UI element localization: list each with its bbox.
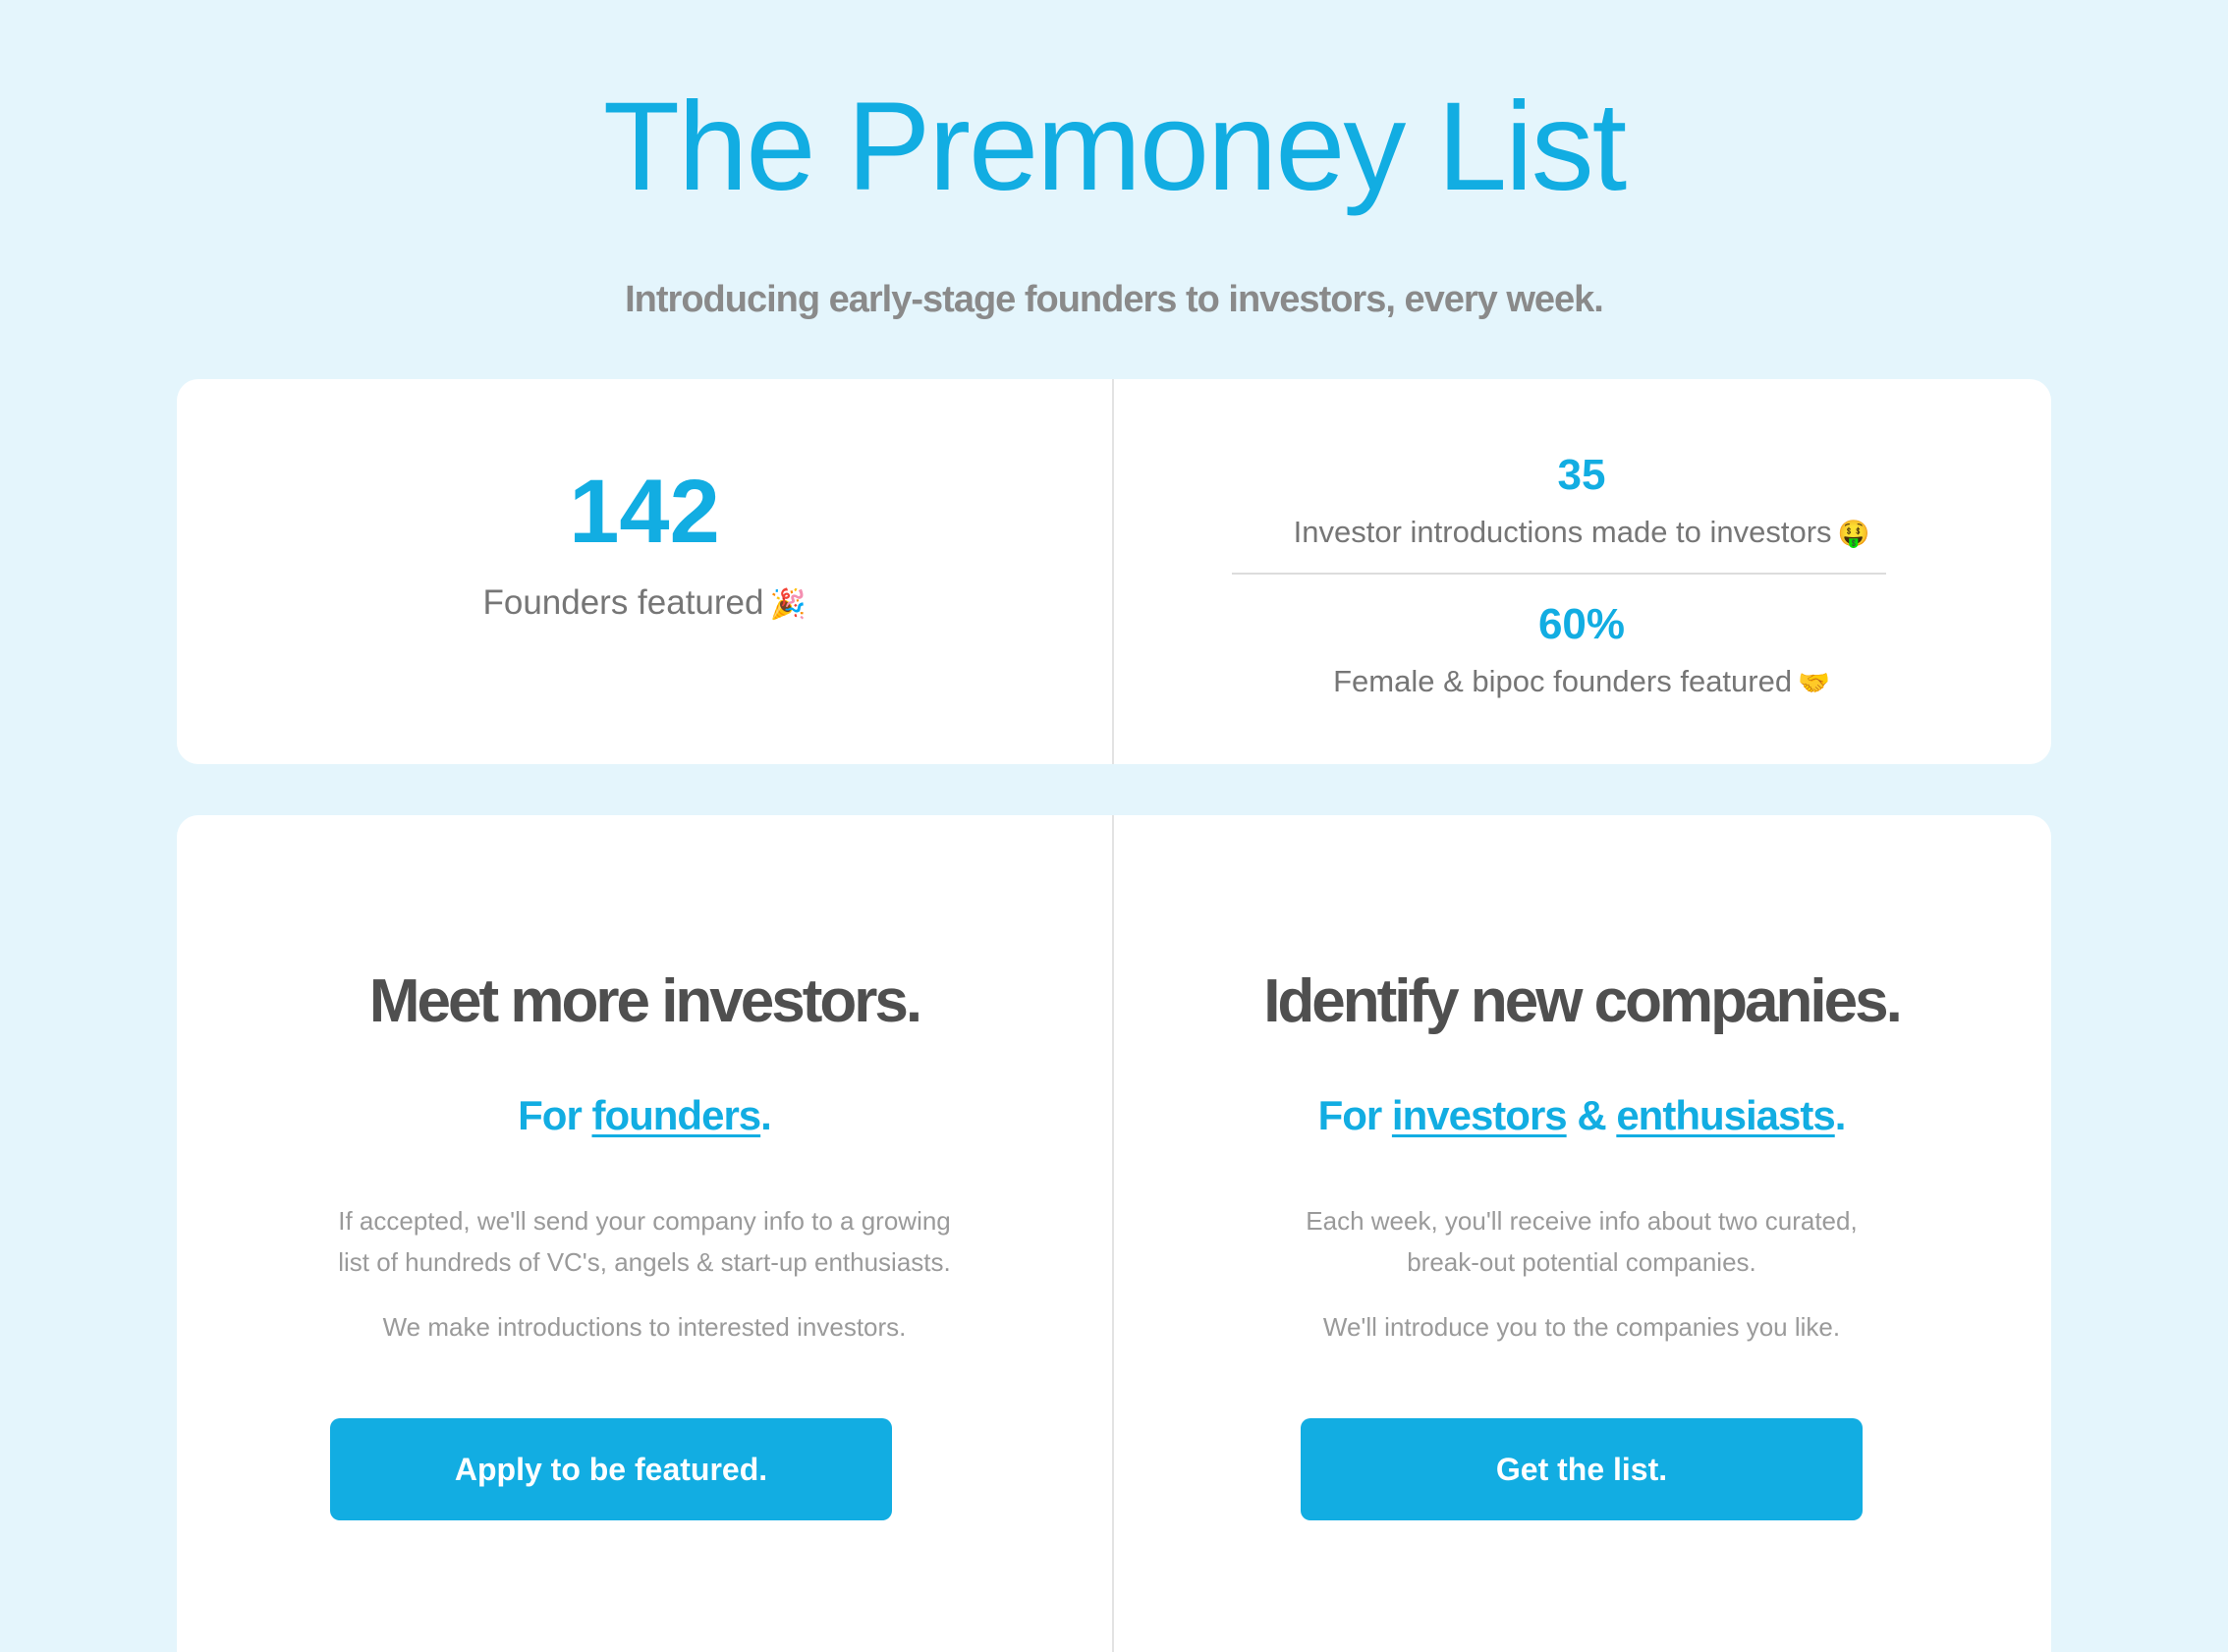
investors-sub-prefix: For bbox=[1317, 1092, 1392, 1138]
founders-heading: Meet more investors. bbox=[368, 967, 922, 1035]
investors-sub-mid: & bbox=[1566, 1092, 1617, 1138]
investors-description-text: Each week, you'll receive info about two… bbox=[1306, 1206, 1858, 1277]
founders-description: If accepted, we'll send your company inf… bbox=[177, 1200, 1112, 1283]
money-mouth-face-icon: 🤑 bbox=[1837, 519, 1870, 548]
diversity-label-row: Female & bipoc founders featured 🤝 bbox=[1114, 664, 2049, 699]
founders-featured-label: Founders featured bbox=[482, 583, 764, 622]
diversity-label: Female & bipoc founders featured bbox=[1333, 664, 1793, 698]
stats-divider bbox=[1232, 573, 1886, 575]
founders-sub-suffix: . bbox=[760, 1092, 772, 1138]
site-title: The Premoney List bbox=[602, 77, 1627, 217]
introductions-label: Investor introductions made to investors bbox=[1293, 515, 1832, 549]
party-popper-icon: 🎉 bbox=[769, 588, 807, 621]
founders-note: We make introductions to interested inve… bbox=[177, 1306, 1112, 1348]
features-card: Meet more investors. For founders. If ac… bbox=[177, 815, 2051, 1652]
founders-description-text: If accepted, we'll send your company inf… bbox=[338, 1206, 951, 1277]
diversity-percentage: 60% bbox=[1537, 600, 1626, 648]
investors-heading: Identify new companies. bbox=[1263, 967, 1903, 1035]
stats-left-column: 142 Founders featured 🎉 bbox=[177, 379, 1112, 764]
apply-button[interactable]: Apply to be featured. bbox=[330, 1418, 892, 1520]
founders-note-text: We make introductions to interested inve… bbox=[382, 1312, 907, 1342]
enthusiasts-link[interactable]: enthusiasts bbox=[1616, 1092, 1835, 1138]
tagline: Introducing early-stage founders to inve… bbox=[625, 279, 1604, 320]
stats-card: 142 Founders featured 🎉 35 Investor intro… bbox=[177, 379, 2051, 764]
founders-featured-label-row: Founders featured 🎉 bbox=[177, 583, 1112, 623]
investors-column: Identify new companies. For investors & … bbox=[1114, 815, 2049, 1652]
investors-description: Each week, you'll receive info about two… bbox=[1114, 1200, 2049, 1283]
investors-note: We'll introduce you to the companies you… bbox=[1114, 1306, 2049, 1348]
founders-subheading: For founders. bbox=[177, 1088, 1112, 1143]
introductions-label-row: Investor introductions made to investors… bbox=[1114, 515, 2049, 550]
investors-subheading: For investors & enthusiasts. bbox=[1114, 1088, 2049, 1143]
get-list-button[interactable]: Get the list. bbox=[1301, 1418, 1863, 1520]
founders-link[interactable]: founders bbox=[591, 1092, 761, 1138]
founders-column: Meet more investors. For founders. If ac… bbox=[177, 815, 1112, 1652]
investors-note-text: We'll introduce you to the companies you… bbox=[1322, 1312, 1841, 1342]
introductions-count: 35 bbox=[1557, 451, 1606, 499]
stats-right-column: 35 Investor introductions made to invest… bbox=[1114, 379, 2049, 764]
founders-featured-count: 142 bbox=[569, 462, 720, 562]
handshake-icon: 🤝 bbox=[1798, 668, 1830, 697]
founders-sub-prefix: For bbox=[518, 1092, 592, 1138]
investors-link[interactable]: investors bbox=[1392, 1092, 1568, 1138]
page: The Premoney List Introducing early-stag… bbox=[0, 0, 2228, 1652]
investors-sub-suffix: . bbox=[1834, 1092, 1847, 1138]
